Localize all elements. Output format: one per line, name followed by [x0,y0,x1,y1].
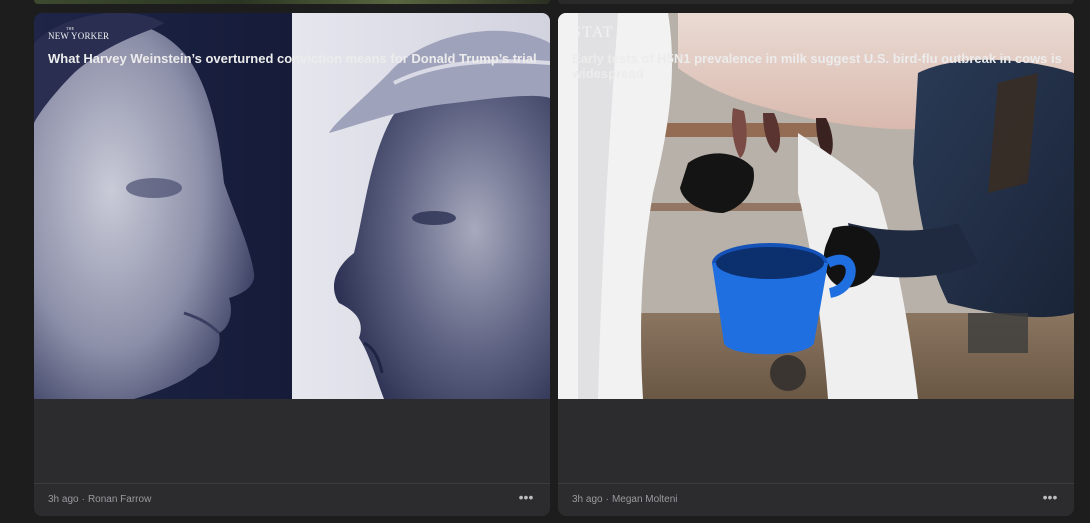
article-image-faces[interactable] [34,13,550,399]
article-meta: 3h ago · Megan Molteni [572,494,678,506]
publisher-logo-new-yorker[interactable]: THE NEW YORKER [48,27,110,42]
duotone-portrait-illustration [34,13,550,399]
article-time: 3h ago [48,494,79,505]
publisher-name: NEW YORKER [48,31,110,41]
news-feed: THE NEW YORKER What Harvey Weinstein’s o… [0,0,1090,523]
previous-article-card-edge[interactable] [558,0,1074,4]
publisher-logo-stat[interactable]: STAT [572,24,614,42]
previous-article-image-edge[interactable] [34,0,550,4]
card-divider [558,483,1074,484]
article-time: 3h ago [572,494,603,505]
article-meta: 3h ago · Ronan Farrow [48,494,151,506]
article-author: Ronan Farrow [87,494,152,505]
article-headline[interactable]: Early tests of H5N1 prevalence in milk s… [572,51,1062,81]
ellipsis-icon: ••• [1042,489,1058,505]
more-options-button[interactable]: ••• [1040,489,1060,507]
ellipsis-icon: ••• [518,489,534,505]
card-divider [34,483,550,484]
meta-separator: · [605,494,609,505]
article-headline[interactable]: What Harvey Weinstein’s overturned convi… [48,51,538,66]
meta-separator: · [81,494,85,505]
article-card-h5n1[interactable]: STAT Early tests of H5N1 prevalence in m… [558,13,1074,516]
article-author: Megan Molteni [611,494,678,505]
article-card-weinstein[interactable]: THE NEW YORKER What Harvey Weinstein’s o… [34,13,550,516]
more-options-button[interactable]: ••• [516,489,536,507]
